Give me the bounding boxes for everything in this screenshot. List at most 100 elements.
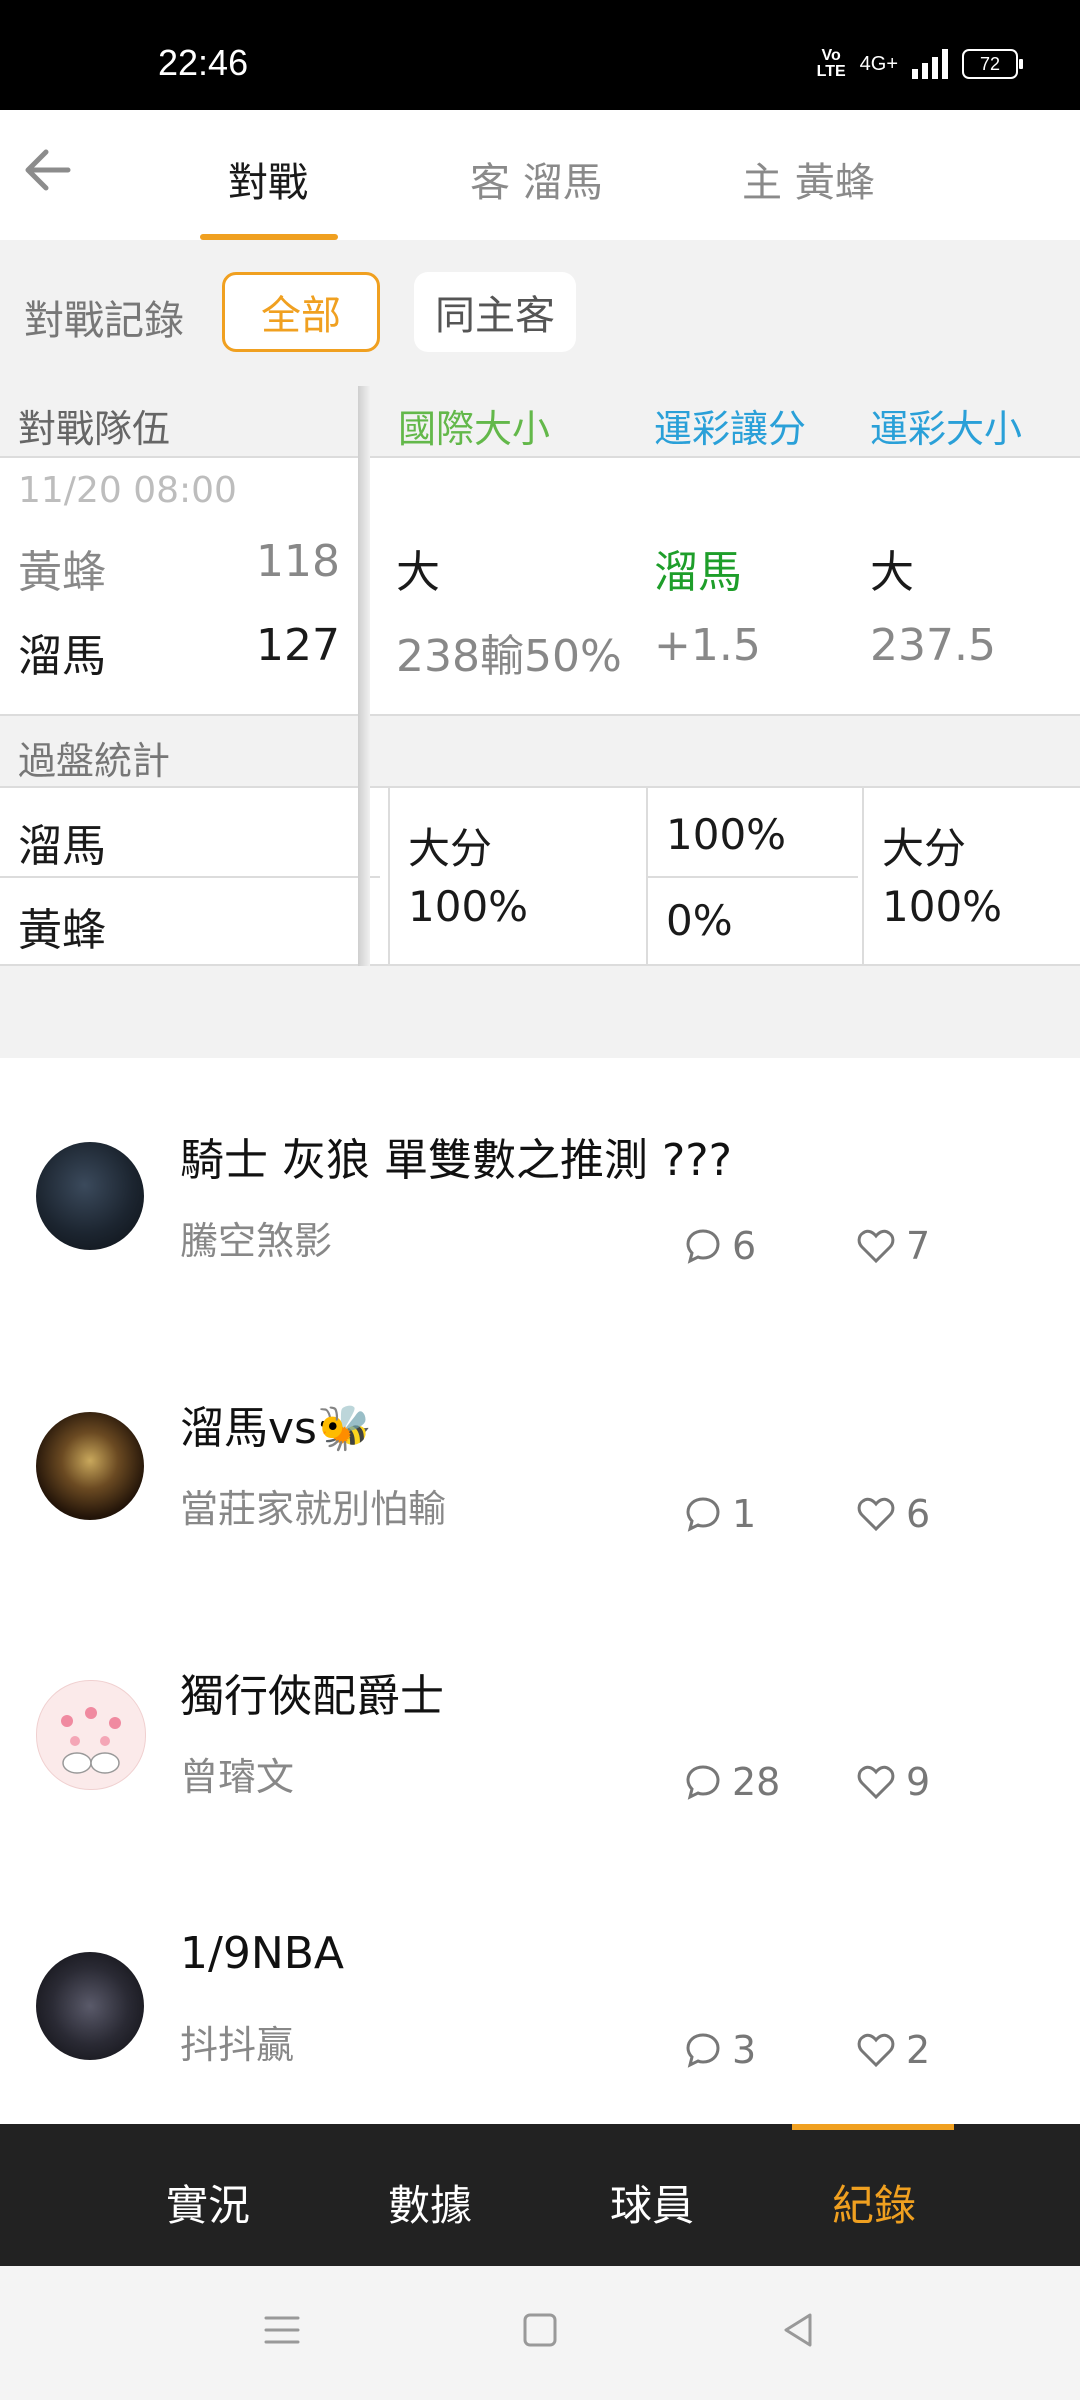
post-title[interactable]: 1/9NBA: [180, 1928, 344, 1979]
match-datetime: 11/20 08:00: [18, 470, 237, 511]
comment-count[interactable]: 6: [684, 1224, 756, 1268]
heart-icon: [857, 2033, 895, 2068]
header-intl-total[interactable]: 國際大小: [398, 398, 550, 453]
divider: [0, 876, 380, 878]
team-score: 127: [256, 620, 340, 671]
filter-same-home-away-chip[interactable]: 同主客: [414, 272, 576, 352]
volte-icon: Vo LTE: [816, 47, 846, 80]
battery-level: 72: [979, 53, 1001, 74]
like-count[interactable]: 7: [856, 1224, 930, 1268]
tab-live[interactable]: 實況: [166, 2172, 250, 2233]
stats-team: 溜馬: [18, 821, 106, 872]
post-item[interactable]: 1/9NBA 抖抖贏 3 2: [0, 1862, 1080, 2124]
system-nav-bar: [0, 2266, 1080, 2400]
comment-count-value: 3: [732, 2028, 757, 2072]
avatar[interactable]: [36, 1412, 144, 1520]
post-author[interactable]: 當莊家就別怕輸: [180, 1478, 446, 1533]
tab-records[interactable]: 紀錄: [832, 2172, 916, 2233]
post-title[interactable]: 騎士 灰狼 單雙數之推測 ???: [180, 1124, 732, 1188]
frozen-column-shadow: [358, 386, 370, 966]
heart-icon: [857, 1765, 895, 1800]
comment-icon: [686, 1229, 720, 1264]
header-lottery-total[interactable]: 運彩大小: [870, 398, 1022, 453]
record-filter-row: 對戰記錄 全部 同主客: [0, 240, 1080, 380]
comment-count-value: 28: [732, 1760, 781, 1804]
header-spread[interactable]: 運彩讓分: [654, 398, 806, 453]
team-score: 118: [256, 536, 340, 587]
home-icon[interactable]: [520, 2310, 560, 2354]
section-gap: [0, 966, 1080, 1058]
intl-line: 238輸50%: [396, 631, 622, 682]
stats-title: 過盤統計: [18, 739, 171, 783]
spread-stat-top: 100%: [666, 810, 787, 859]
divider: [646, 788, 648, 964]
post-author[interactable]: 曾璿文: [180, 1746, 294, 1801]
header-team: 對戰隊伍: [18, 407, 171, 451]
spread-result: 溜馬: [654, 547, 742, 598]
team-name: 溜馬: [18, 631, 106, 682]
avatar[interactable]: [36, 1952, 144, 2060]
total-result: 大: [870, 547, 914, 598]
menu-icon[interactable]: [262, 2310, 302, 2354]
comment-icon: [686, 1765, 720, 1800]
tab-players[interactable]: 球員: [610, 2172, 694, 2233]
filter-all-chip[interactable]: 全部: [222, 272, 380, 352]
back-icon[interactable]: [778, 2310, 818, 2354]
comment-count[interactable]: 28: [684, 1760, 780, 1804]
divider: [0, 786, 1080, 788]
battery-icon: 72: [962, 49, 1023, 79]
tab-away-team[interactable]: 客 溜馬: [470, 150, 603, 208]
table-header: 對戰隊伍 國際大小 運彩讓分 運彩大小: [0, 380, 1080, 458]
team-name: 黃蜂: [18, 547, 106, 598]
comment-count-value: 6: [732, 1224, 757, 1268]
tab-matchup[interactable]: 對戰: [228, 150, 308, 208]
status-icons: Vo LTE 4G+ 72: [816, 47, 1023, 80]
bottom-tab-bar: 實況 數據 球員 紀錄: [0, 2124, 1080, 2266]
tab-stats[interactable]: 數據: [388, 2172, 472, 2233]
stats-header: 過盤統計: [0, 716, 1080, 788]
back-arrow-icon[interactable]: [20, 140, 80, 200]
stats-team: 黃蜂: [18, 905, 106, 956]
heart-icon: [857, 1497, 895, 1532]
total-line: 237.5: [870, 620, 996, 671]
divider: [0, 714, 1080, 716]
intl-stat: 大分 100%: [408, 824, 529, 931]
comment-count-value: 1: [732, 1492, 757, 1536]
total-stat: 大分 100%: [882, 824, 1003, 931]
comment-count[interactable]: 3: [684, 2028, 756, 2072]
like-count[interactable]: 2: [856, 2028, 930, 2072]
spread-stat-bottom: 0%: [666, 896, 733, 945]
post-item[interactable]: 獨行俠配爵士 曾璿文 28 9: [0, 1594, 1080, 1864]
tab-home-team[interactable]: 主 黃蜂: [742, 150, 875, 208]
comment-count[interactable]: 1: [684, 1492, 756, 1536]
like-count[interactable]: 9: [856, 1760, 930, 1804]
signal-icon: [912, 49, 948, 79]
like-count-value: 6: [906, 1492, 931, 1536]
like-count-value: 7: [906, 1224, 931, 1268]
avatar[interactable]: [36, 1680, 146, 1790]
status-time: 22:46: [158, 42, 249, 83]
divider: [388, 788, 390, 964]
avatar[interactable]: [36, 1142, 144, 1250]
like-count-value: 2: [906, 2028, 931, 2072]
post-author[interactable]: 騰空煞影: [180, 1210, 332, 1265]
top-tab-bar: 對戰 客 溜馬 主 黃蜂: [0, 110, 1080, 242]
like-count-value: 9: [906, 1760, 931, 1804]
post-item[interactable]: 溜馬vs🐝 當莊家就別怕輸 1 6: [0, 1326, 1080, 1596]
spread-line: +1.5: [654, 620, 761, 671]
post-title[interactable]: 獨行俠配爵士: [180, 1660, 444, 1724]
heart-icon: [857, 1229, 895, 1264]
network-type: 4G+: [859, 52, 898, 75]
active-tab-indicator: [792, 2124, 954, 2130]
comment-icon: [686, 2033, 720, 2068]
divider: [862, 788, 864, 964]
like-count[interactable]: 6: [856, 1492, 930, 1536]
status-bar: 22:46 Vo LTE 4G+ 72: [0, 0, 1080, 110]
comment-icon: [686, 1497, 720, 1532]
divider: [648, 876, 858, 878]
post-author[interactable]: 抖抖贏: [180, 2014, 294, 2069]
post-title[interactable]: 溜馬vs🐝: [180, 1392, 372, 1456]
intl-result: 大: [396, 547, 440, 598]
filter-label: 對戰記錄: [24, 298, 184, 344]
post-item[interactable]: 騎士 灰狼 單雙數之推測 ??? 騰空煞影 6 7: [0, 1058, 1080, 1328]
